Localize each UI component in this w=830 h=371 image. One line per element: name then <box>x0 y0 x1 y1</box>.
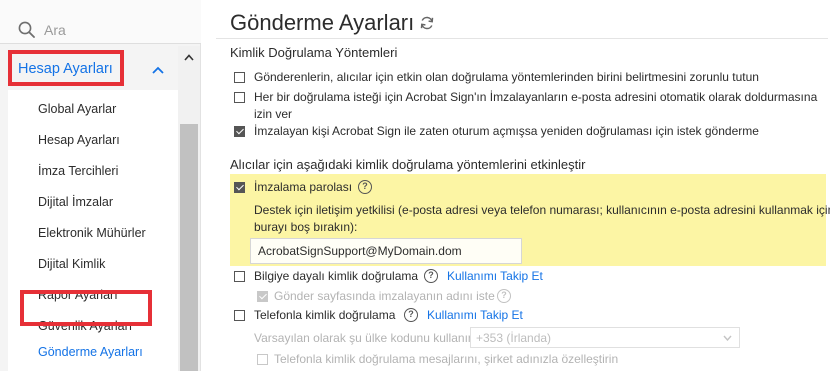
label-kba: Bilgiye dayalı kimlik doğrulama <box>254 269 419 283</box>
label-autofill-email-line1: Her bir doğrulama isteği için Acrobat Si… <box>254 90 818 104</box>
question-circle-icon: ? <box>497 289 511 303</box>
label-kba-ask-name: Gönder sayfasında imzalayanın adını iste <box>274 289 495 303</box>
support-contact-help-line2: burayı boş bırakın): <box>254 220 358 234</box>
sidebar-item-global-settings[interactable]: Global Ayarlar <box>38 102 116 116</box>
label-custom-sms: Telefonla kimlik doğrulama mesajlarını, … <box>274 352 619 366</box>
main-content: Gönderme Ayarları Kimlik Doğrulama Yönte… <box>202 0 830 371</box>
question-circle-icon[interactable]: ? <box>358 180 372 194</box>
label-country-code: Varsayılan olarak şu ülke kodunu kullanı… <box>254 331 478 345</box>
search-icon[interactable] <box>18 21 35 38</box>
label-require-method: Gönderenlerin, alıcılar için etkin olan … <box>254 70 759 84</box>
scroll-up-arrow-icon[interactable] <box>184 54 194 61</box>
question-circle-icon[interactable]: ? <box>404 308 418 322</box>
checkbox-autofill-email[interactable] <box>234 92 245 103</box>
checkbox-skip-reauth[interactable] <box>234 126 245 137</box>
sidebar-item-digital-identity[interactable]: Dijital Kimlik <box>38 257 105 271</box>
title-divider <box>216 38 828 39</box>
label-skip-reauth: İmzalayan kişi Acrobat Sign ile zaten ot… <box>254 124 759 138</box>
group-label: Hesap Ayarları <box>18 61 113 77</box>
support-contact-help-line1: Destek için iletişim yetkilisi (e-posta … <box>254 203 830 217</box>
search-input[interactable] <box>44 20 184 40</box>
refresh-icon[interactable] <box>419 15 435 31</box>
label-signing-password: İmzalama parolası <box>254 180 353 194</box>
checkbox-kba-ask-name[interactable] <box>257 291 268 302</box>
page-title: Gönderme Ayarları <box>230 10 415 35</box>
question-circle-icon[interactable]: ? <box>424 269 438 283</box>
checkbox-require-method[interactable] <box>234 72 245 83</box>
sidebar-item-signature-preferences[interactable]: İmza Tercihleri <box>38 164 118 178</box>
sidebar-item-list: Global Ayarlar Hesap Ayarları İmza Terci… <box>8 90 178 371</box>
checkbox-kba[interactable] <box>234 271 245 282</box>
sidebar-item-account-settings[interactable]: Hesap Ayarları <box>38 133 120 147</box>
chevron-up-icon[interactable] <box>152 66 164 74</box>
checkbox-signing-password[interactable] <box>234 182 245 193</box>
sidebar: Hesap Ayarları Global Ayarlar Hesap Ayar… <box>0 0 201 371</box>
group-header-account-settings[interactable]: Hesap Ayarları <box>8 50 176 90</box>
country-code-select[interactable]: +353 (İrlanda) <box>470 327 740 348</box>
section-title-identity-methods: Kimlik Doğrulama Yöntemleri <box>230 45 398 60</box>
sidebar-item-digital-signatures[interactable]: Dijital İmzalar <box>38 195 113 209</box>
scrollbar-thumb[interactable] <box>180 124 198 371</box>
sidebar-item-send-settings[interactable]: Gönderme Ayarları <box>38 345 143 359</box>
section-title-recipient-methods: Alıcılar için aşağıdaki kimlik doğrulama… <box>230 157 586 172</box>
chevron-down-icon <box>723 335 732 341</box>
sidebar-scrollbar[interactable] <box>178 46 200 371</box>
checkbox-custom-sms[interactable] <box>257 354 268 365</box>
label-phone-auth: Telefonla kimlik doğrulama <box>254 308 396 322</box>
search-bar <box>0 0 201 44</box>
support-contact-input[interactable] <box>250 238 522 264</box>
checkbox-phone-auth[interactable] <box>234 310 245 321</box>
label-autofill-email-line2: izin ver <box>254 107 293 121</box>
country-code-value: +353 (İrlanda) <box>476 331 552 345</box>
link-track-usage-kba[interactable]: Kullanımı Takip Et <box>447 269 543 283</box>
sidebar-item-electronic-seals[interactable]: Elektronik Mühürler <box>38 226 146 240</box>
annotation-highlight-box-active <box>20 290 152 326</box>
link-track-usage-phone[interactable]: Kullanımı Takip Et <box>427 308 523 322</box>
